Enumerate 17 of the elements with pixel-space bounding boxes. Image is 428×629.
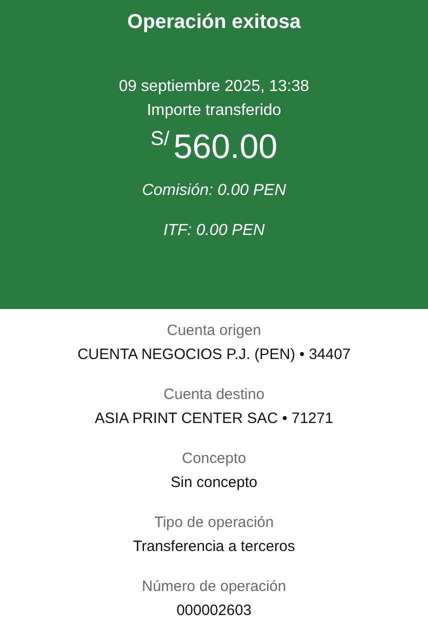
date-text: 09 septiembre 2025, 13:38 [118,77,310,97]
detail-value: 000002603 [176,601,252,621]
detail-label: Tipo de operación [154,513,274,533]
detail-label: Cuenta destino [164,385,264,405]
fee-text: Comisión: 0.00 PEN [142,181,286,201]
amount-label: Importe transferido [146,101,282,121]
detail-value: ASIA PRINT CENTER SAC • 71271 [94,409,334,429]
detail-label: Concepto [182,449,246,469]
fee-text: ITF: 0.00 PEN [163,221,265,241]
detail-label: Número de operación [142,577,286,597]
screen-title: Operación exitosa [127,10,301,35]
detail-label: Cuenta origen [166,321,262,341]
currency-symbol: S/ [150,127,170,151]
detail-value: Sin concepto [170,473,258,493]
amount-text: 560.00 [173,127,278,167]
detail-value: CUENTA NEGOCIOS P.J. (PEN) • 34407 [77,345,351,365]
detail-value: Transferencia a terceros [132,537,295,557]
